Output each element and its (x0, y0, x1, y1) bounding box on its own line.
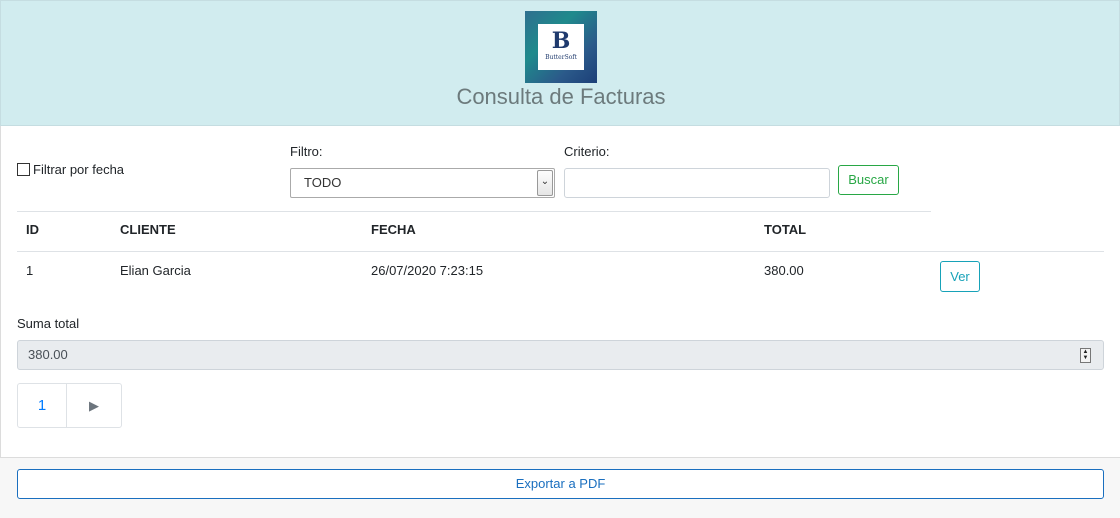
filter-select[interactable]: TODO ⌄ (290, 168, 555, 198)
search-button[interactable]: Buscar (838, 165, 899, 195)
table-header-divider (17, 251, 1104, 252)
sum-total-label: Suma total (17, 316, 80, 331)
column-header-cliente: CLIENTE (120, 222, 176, 237)
number-spinner-icon[interactable]: ▲ ▼ (1080, 348, 1091, 363)
date-filter-label[interactable]: Filtrar por fecha (33, 162, 124, 177)
date-filter[interactable]: Filtrar por fecha (17, 162, 124, 177)
row-id: 1 (26, 263, 34, 278)
chevron-down-icon[interactable]: ⌄ (537, 170, 553, 196)
criteria-input[interactable] (564, 168, 830, 198)
date-filter-checkbox[interactable] (17, 163, 30, 176)
column-header-id: ID (26, 222, 39, 237)
filter-label: Filtro: (290, 144, 323, 159)
page-1-link[interactable]: 1 (18, 384, 67, 427)
logo-text: ButterSoft (545, 54, 577, 61)
column-header-total: TOTAL (764, 222, 807, 237)
export-pdf-button[interactable]: Exportar a PDF (17, 469, 1104, 499)
view-invoice-button[interactable]: Ver (940, 261, 980, 292)
row-total: 380.00 (764, 263, 804, 278)
filter-divider (17, 211, 931, 212)
row-cliente: Elian Garcia (120, 263, 191, 278)
sum-total-field: 380.00 ▲ ▼ (17, 340, 1104, 370)
content-left-border (0, 126, 1, 458)
page-footer: Exportar a PDF (0, 457, 1120, 518)
play-next-icon[interactable]: ▶ (67, 384, 121, 427)
sum-total-value: 380.00 (28, 347, 68, 362)
buttersoft-logo: B ButterSoft (525, 11, 597, 83)
filter-select-value: TODO (304, 175, 342, 190)
page-header: B ButterSoft Consulta de Facturas (0, 0, 1120, 126)
row-fecha: 26/07/2020 7:23:15 (371, 263, 484, 278)
page-title: Consulta de Facturas (456, 84, 666, 109)
criteria-label: Criterio: (564, 144, 610, 159)
logo-badge: B ButterSoft (538, 24, 584, 70)
column-header-fecha: FECHA (371, 222, 416, 237)
logo-letter: B (551, 28, 571, 54)
pagination: 1 ▶ (17, 383, 122, 428)
